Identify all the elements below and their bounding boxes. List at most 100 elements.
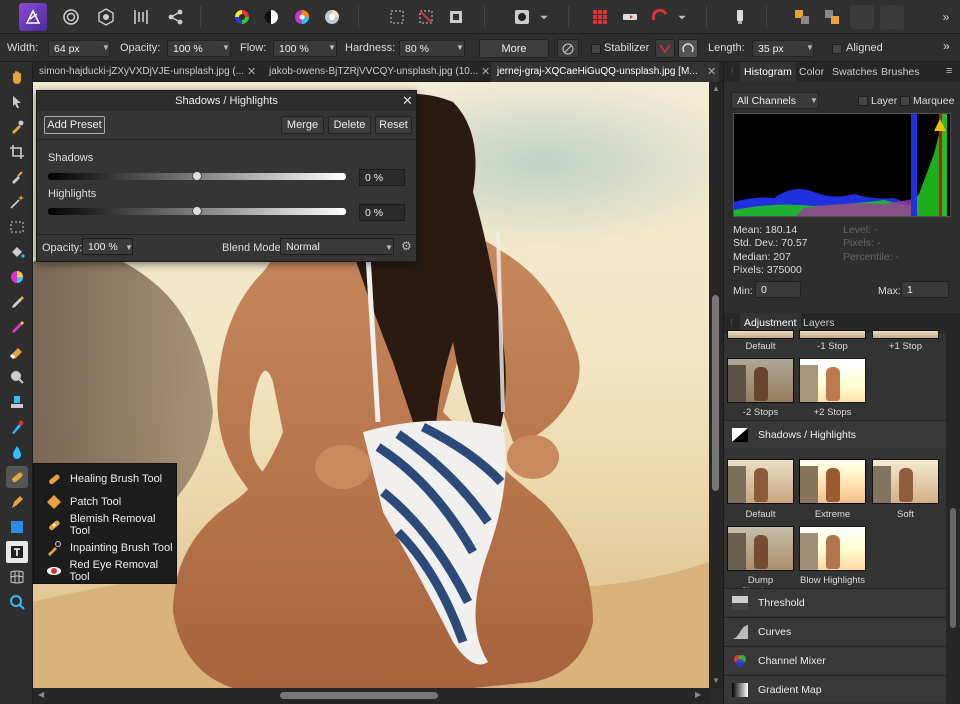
horizontal-scroll-thumb[interactable] xyxy=(280,692,438,699)
highlights-value-field[interactable]: 0 % xyxy=(359,204,405,221)
channel-dropdown-icon[interactable]: ▼ xyxy=(810,96,818,105)
window-mode-icon[interactable] xyxy=(678,39,698,58)
persona-liquify-icon[interactable] xyxy=(59,5,83,29)
tab-document-3[interactable]: jernej-graj-XQCaeHiGuQQ-unsplash.jpg [M.… xyxy=(491,62,719,82)
highlights-slider-handle[interactable] xyxy=(192,206,202,216)
blemish-removal-tool-item[interactable]: Blemish Removal Tool xyxy=(34,513,178,537)
pen-tool-icon[interactable] xyxy=(6,491,28,513)
dodge-tool-icon[interactable] xyxy=(6,366,28,388)
saturation-icon[interactable] xyxy=(290,5,314,29)
adjustment-channel-mixer[interactable]: Channel Mixer xyxy=(724,646,946,674)
persona-tone-map-icon[interactable] xyxy=(129,5,153,29)
assistant-icon[interactable] xyxy=(618,5,642,29)
tab-document-2[interactable]: jakob-owens-BjTZRjVVCQY-unsplash.jpg (10… xyxy=(263,62,491,82)
arrange-disabled-1-icon[interactable] xyxy=(850,5,874,29)
brush-preview-icon[interactable] xyxy=(557,39,579,58)
undo-brush-icon[interactable] xyxy=(6,416,28,438)
snapping-magnet-icon[interactable] xyxy=(648,5,672,29)
blend-mode-select[interactable]: Normal xyxy=(280,238,394,255)
preset-thumb-default-exposure[interactable] xyxy=(727,330,794,339)
panel-menu-icon[interactable]: ≡ xyxy=(946,65,952,77)
rectangle-tool-icon[interactable] xyxy=(6,516,28,538)
adjustment-scrollbar[interactable] xyxy=(946,333,960,704)
vertical-scrollbar[interactable]: ▲ ▼ xyxy=(709,82,723,688)
invert-selection-icon[interactable] xyxy=(444,5,468,29)
paint-brush-icon[interactable] xyxy=(6,291,28,313)
healing-brush-tool-icon[interactable] xyxy=(6,466,28,488)
vertical-scroll-thumb[interactable] xyxy=(712,295,719,491)
view-tool-hand-icon[interactable] xyxy=(6,66,28,88)
share-icon[interactable] xyxy=(164,5,188,29)
shadows-slider-handle[interactable] xyxy=(192,171,202,181)
horizontal-scrollbar[interactable]: ◀ ▶ xyxy=(33,688,709,704)
add-preset-button[interactable]: Add Preset xyxy=(44,116,105,134)
preset-thumb-minus1-stop[interactable] xyxy=(799,330,866,339)
marquee-icon[interactable] xyxy=(385,5,409,29)
contrast-icon[interactable] xyxy=(259,5,283,29)
zoom-tool-icon[interactable] xyxy=(6,591,28,613)
erase-brush-icon[interactable] xyxy=(6,341,28,363)
adjustment-shadows-highlights[interactable]: Shadows / Highlights xyxy=(724,420,946,448)
quick-mask-dropdown-icon[interactable] xyxy=(538,5,550,29)
toolbar-more-icon[interactable]: » xyxy=(936,5,956,29)
red-eye-removal-tool-item[interactable]: Red Eye Removal Tool xyxy=(34,559,178,583)
tab-color[interactable]: Color xyxy=(795,62,828,82)
tab-brushes[interactable]: Brushes xyxy=(877,62,924,82)
sh-preset-extreme[interactable] xyxy=(799,459,866,504)
crop-tool-icon[interactable] xyxy=(6,141,28,163)
context-more-icon[interactable]: » xyxy=(943,39,950,53)
affinity-logo-icon[interactable] xyxy=(19,3,47,31)
close-tab-3-icon[interactable]: ✕ xyxy=(707,65,716,78)
tab-swatches[interactable]: Swatches xyxy=(828,62,882,82)
min-field[interactable]: 0 xyxy=(755,281,801,298)
text-tool-icon[interactable] xyxy=(6,541,28,563)
no-selection-icon[interactable] xyxy=(414,5,438,29)
preset-thumb-plus1-stop[interactable] xyxy=(872,330,939,339)
close-tab-2-icon[interactable]: ✕ xyxy=(481,65,490,78)
stabilizer-checkbox[interactable] xyxy=(591,44,601,54)
persona-develop-icon[interactable] xyxy=(94,5,118,29)
adjustment-gradient-map[interactable]: Gradient Map xyxy=(724,675,946,703)
tab-histogram[interactable]: Histogram xyxy=(740,62,796,82)
color-picker-icon[interactable] xyxy=(6,116,28,138)
merge-button[interactable]: Merge xyxy=(281,116,324,134)
gradient-tool-icon[interactable] xyxy=(6,266,28,288)
aligned-checkbox[interactable] xyxy=(832,44,842,54)
sh-preset-default[interactable] xyxy=(727,459,794,504)
selection-brush-icon[interactable] xyxy=(6,166,28,188)
color-wheel-icon[interactable] xyxy=(230,5,254,29)
sh-preset-soft[interactable] xyxy=(872,459,939,504)
arrange-front-icon[interactable] xyxy=(820,5,844,29)
adjustment-curves[interactable]: Curves xyxy=(724,617,946,645)
color-replacement-icon[interactable] xyxy=(6,316,28,338)
snapping-dropdown-icon[interactable] xyxy=(676,5,688,29)
arrange-disabled-2-icon[interactable] xyxy=(880,5,904,29)
arrange-back-icon[interactable] xyxy=(790,5,814,29)
delete-button[interactable]: Delete xyxy=(328,116,371,134)
patch-tool-item[interactable]: Patch Tool xyxy=(34,490,178,513)
flood-select-icon[interactable] xyxy=(6,191,28,213)
tab-document-1[interactable]: simon-hajducki-jZXyVXDjVJE-unsplash.jpg … xyxy=(33,62,258,82)
dialog-opacity-dropdown-icon[interactable]: ▼ xyxy=(125,243,133,252)
move-tool-icon[interactable] xyxy=(6,91,28,113)
close-tab-1-icon[interactable]: ✕ xyxy=(247,65,256,78)
layer-checkbox[interactable] xyxy=(858,96,868,106)
inpainting-brush-tool-item[interactable]: Inpainting Brush Tool xyxy=(34,536,178,559)
marquee-checkbox[interactable] xyxy=(900,96,910,106)
more-button[interactable]: More xyxy=(479,39,549,58)
length-field[interactable]: 35 px xyxy=(752,40,814,57)
opacity-dropdown-icon[interactable]: ▼ xyxy=(222,43,230,52)
blend-mode-dropdown-icon[interactable]: ▼ xyxy=(385,243,393,252)
reset-button[interactable]: Reset xyxy=(375,116,412,134)
marquee-tool-icon[interactable] xyxy=(6,216,28,238)
white-balance-icon[interactable] xyxy=(320,5,344,29)
width-dropdown-icon[interactable]: ▼ xyxy=(102,43,110,52)
sh-preset-blow-highlights[interactable] xyxy=(799,526,866,571)
close-dialog-icon[interactable]: ✕ xyxy=(402,93,413,109)
preset-thumb-plus2-stops[interactable] xyxy=(799,358,866,403)
shadows-value-field[interactable]: 0 % xyxy=(359,169,405,186)
blend-options-gear-icon[interactable]: ⚙ xyxy=(401,239,412,253)
quick-mask-icon[interactable] xyxy=(510,5,534,29)
mesh-warp-icon[interactable] xyxy=(6,566,28,588)
flood-fill-icon[interactable] xyxy=(6,241,28,263)
